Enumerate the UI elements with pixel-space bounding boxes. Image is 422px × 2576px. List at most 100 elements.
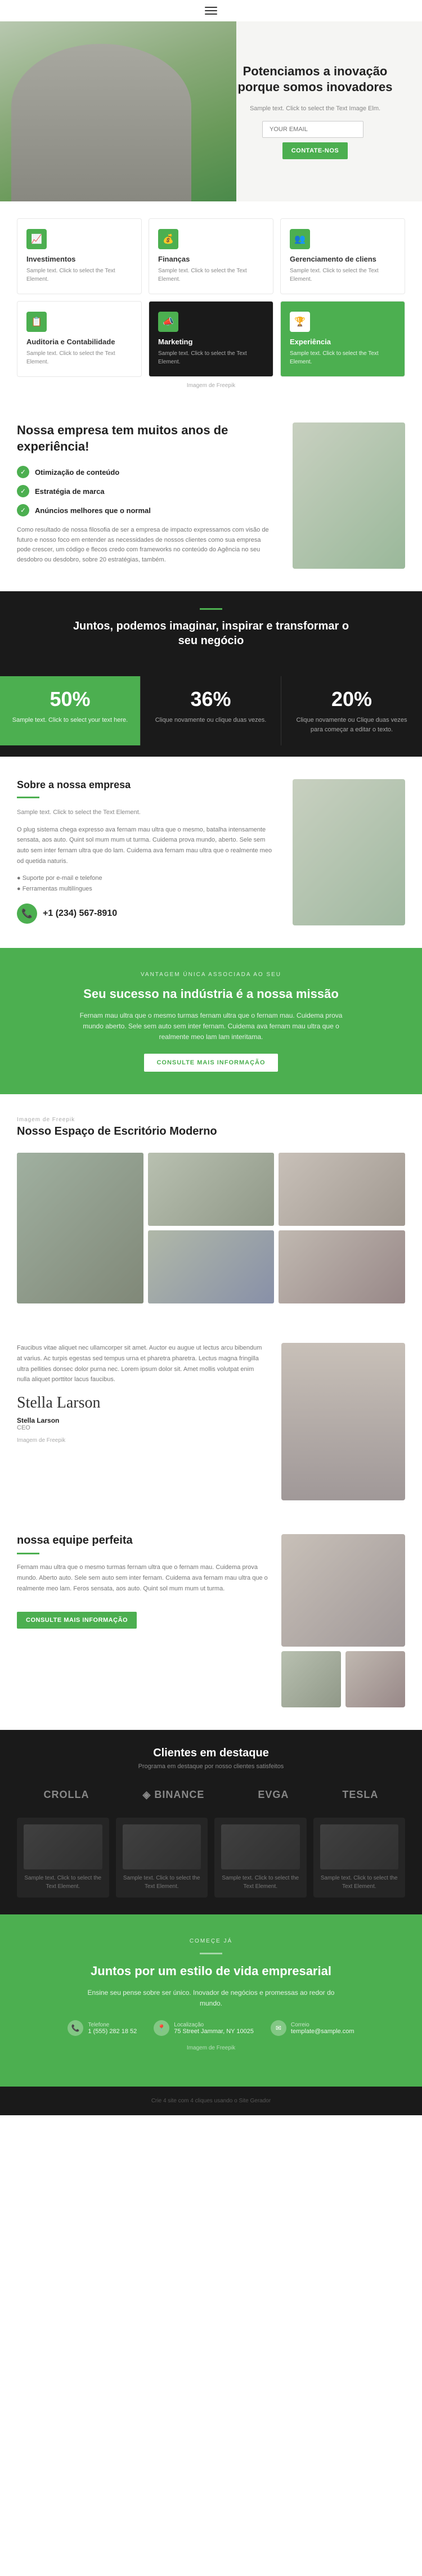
email-icon-cta: ✉ [271,2020,286,2036]
service-title-auditoria: Auditoria e Contabilidade [26,338,132,346]
check-item-1: ✓ Otimização de conteúdo [17,466,276,478]
cta-location: 📍 Localização 75 Street Jammar, NY 10025 [154,2020,254,2036]
client-logo-tesla: TESLA [342,1789,378,1801]
team-main-image [281,1534,405,1647]
cta-email: ✉ Correio template@sample.com [271,2020,354,2036]
about-divider [17,797,39,798]
stat-item-1: 50% Sample text. Click to select your te… [0,676,141,745]
office-tag: Imagem de Freepik [17,1117,405,1123]
mission-cta-button[interactable]: CONSULTE MAIS INFORMAÇÃO [144,1054,277,1072]
stat-number-2: 36% [152,687,270,711]
client-card-text-1: Sample text. Click to select the Text El… [24,1874,102,1891]
client-card-text-3: Sample text. Click to select the Text El… [221,1874,300,1891]
service-card-gerenciamento: 👥 Gerenciamento de cliens Sample text. C… [280,218,405,294]
office-section: Imagem de Freepik Nosso Espaço de Escrit… [0,1094,422,1326]
client-card-img-1 [24,1824,102,1869]
experience-image [293,422,405,569]
service-title-marketing: Marketing [158,338,264,346]
service-desc-auditoria: Sample text. Click to select the Text El… [26,349,132,366]
gallery-img-1 [17,1153,143,1303]
service-card-auditoria: 📋 Auditoria e Contabilidade Sample text.… [17,301,142,377]
financas-icon: 💰 [158,229,178,249]
team-cta-button[interactable]: CONSULTE MAIS INFORMAÇÃO [17,1612,137,1629]
testimonial-image-tag: Imagem de Freepik [17,1436,264,1445]
about-text-3: ● Suporte por e-mail e telefone● Ferrame… [17,873,276,894]
cta-email-text: Correio template@sample.com [291,2022,354,2035]
client-card-text-4: Sample text. Click to select the Text El… [320,1874,399,1891]
stat-number-1: 50% [11,687,129,711]
mission-section: VANTAGEM ÚNICA ASSOCIADA AO SEU Seu suce… [0,948,422,1094]
about-image [293,779,405,925]
cta-location-label: Localização [174,2022,254,2028]
gallery-img-2 [148,1153,275,1226]
phone-icon-cta: 📞 [68,2020,83,2036]
check-label-2: Estratégia de marca [35,487,105,496]
gerenciamento-icon: 👥 [290,229,310,249]
service-title-gerenciamento: Gerenciamento de cliens [290,255,396,263]
team-content: nossa equipe perfeita Fernam mau ultra q… [17,1534,270,1707]
signature-title: CEO [17,1424,264,1431]
cta-divider [200,1953,222,1954]
cta-phone-value: 1 (555) 282 18 52 [88,2028,137,2035]
stat-desc-2: Clique novamente ou clique duas vezes. [152,716,270,725]
team-small-image-1 [281,1651,341,1707]
client-card-img-2 [123,1824,201,1869]
cta-contacts: 📞 Telefone 1 (555) 282 18 52 📍 Localizaç… [17,2020,405,2036]
hero-sample-text: Sample text. Click to select the Text Im… [231,105,399,113]
team-images [281,1534,405,1707]
signature-name: Stella Larson [17,1417,264,1424]
service-desc-investimentos: Sample text. Click to select the Text El… [26,267,132,284]
cta-section: COMEÇE JÁ Juntos por um estilo de vida e… [0,1914,422,2087]
quote-divider [200,608,222,610]
services-image-credit: Imagem de Freepik [17,383,405,389]
check-icon-3: ✓ [17,504,29,516]
service-desc-gerenciamento: Sample text. Click to select the Text El… [290,267,396,284]
cta-phone-text: Telefone 1 (555) 282 18 52 [88,2022,137,2035]
hero-title: Potenciamos a inovação porque somos inov… [231,64,399,96]
team-small-image-2 [345,1651,405,1707]
cta-phone: 📞 Telefone 1 (555) 282 18 52 [68,2020,137,2036]
experience-section: Nossa empresa tem muitos anos de experiê… [0,400,422,591]
stats-grid: 50% Sample text. Click to select your te… [0,676,422,745]
stat-desc-3: Clique novamente ou Clique duas vezes pa… [293,716,411,734]
mission-title: Seu sucesso na indústria é a nossa missã… [17,986,405,1002]
client-logo-evga: EVGA [258,1789,289,1801]
services-section: 📈 Investimentos Sample text. Click to se… [0,201,422,400]
client-card-text-2: Sample text. Click to select the Text El… [123,1874,201,1891]
check-label-1: Otimização de conteúdo [35,468,119,476]
stat-number-3: 20% [293,687,411,711]
services-grid: 📈 Investimentos Sample text. Click to se… [17,218,405,377]
client-card-2: Sample text. Click to select the Text El… [116,1818,208,1898]
about-text-1: Sample text. Click to select the Text El… [17,807,276,818]
signature-script: Stella Larson [17,1394,264,1412]
contact-button[interactable]: CONTATE-NOS [282,142,348,159]
quote-banner-title: Juntos, podemos imaginar, inspirar e tra… [70,619,352,648]
mission-tag: VANTAGEM ÚNICA ASSOCIADA AO SEU [70,970,352,979]
cta-email-value: template@sample.com [291,2028,354,2035]
hamburger-menu[interactable] [205,7,217,15]
check-label-3: Anúncios melhores que o normal [35,506,151,515]
service-card-financas: 💰 Finanças Sample text. Click to select … [149,218,273,294]
clients-title: Clientes em destaque [17,1747,405,1760]
team-body: Fernam mau ultra que o mesmo turmas fern… [17,1562,270,1594]
marketing-icon: 📣 [158,312,178,332]
clients-section: Clientes em destaque Programa em destaqu… [0,1730,422,1914]
service-card-investimentos: 📈 Investimentos Sample text. Click to se… [17,218,142,294]
client-card-4: Sample text. Click to select the Text El… [313,1818,406,1898]
stats-section: 50% Sample text. Click to select your te… [0,665,422,757]
testimonial-content: Faucibus vitae aliquet nec ullamcorper s… [17,1343,264,1454]
mission-body: Fernam mau ultra que o mesmo turmas fern… [70,1010,352,1043]
phone-number: +1 (234) 567-8910 [43,909,117,919]
check-icon-1: ✓ [17,466,29,478]
client-logo-binance: ◈ BINANCE [143,1789,205,1801]
team-layout: nossa equipe perfeita Fernam mau ultra q… [17,1534,405,1707]
cta-location-text: Localização 75 Street Jammar, NY 10025 [174,2022,254,2035]
about-title: Sobre a nossa empresa [17,779,276,791]
quote-banner-section: Juntos, podemos imaginar, inspirar e tra… [0,591,422,665]
auditoria-icon: 📋 [26,312,47,332]
clients-logos: CROLLA ◈ BINANCE EVGA TESLA [17,1783,405,1806]
stat-item-2: 36% Clique novamente ou clique duas veze… [141,676,281,745]
cta-tag: COMEÇE JÁ [76,1937,346,1946]
navbar [0,0,422,21]
email-input[interactable] [262,121,363,138]
